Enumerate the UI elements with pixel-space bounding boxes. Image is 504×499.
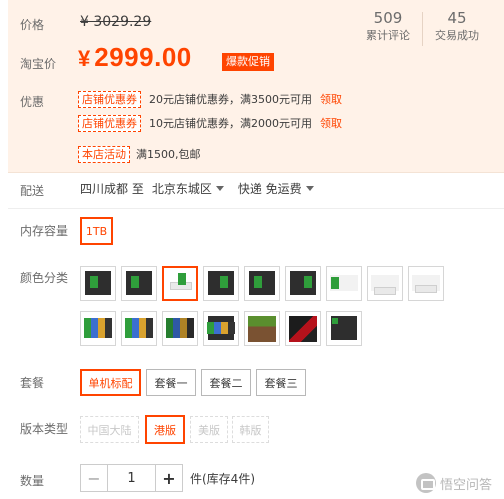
quantity-increment-button[interactable]: + — [155, 464, 183, 492]
version-option-hk[interactable]: 港版 — [145, 415, 185, 444]
shipping-label: 配送 — [20, 184, 45, 198]
wukong-logo-icon — [415, 473, 436, 493]
color-swatch[interactable] — [244, 266, 280, 301]
bundle-label: 套餐 — [20, 376, 45, 390]
promo-price-label: 淘宝价 — [20, 57, 57, 71]
coupon-tag: 店铺优惠券 — [78, 90, 141, 108]
divider — [8, 172, 504, 173]
color-swatch-selected[interactable] — [162, 266, 198, 301]
color-swatch[interactable] — [80, 311, 116, 346]
chevron-down-icon[interactable] — [215, 186, 224, 191]
color-swatch[interactable] — [285, 311, 321, 346]
bundle-option-1[interactable]: 套餐一 — [146, 369, 196, 396]
color-swatch[interactable] — [326, 311, 362, 346]
color-swatch[interactable] — [285, 266, 321, 301]
coupon-row: 店铺优惠券 10元店铺优惠券，满2000元可用 领取 — [78, 114, 342, 132]
price-label: 价格 — [20, 18, 45, 32]
shipping-method-select[interactable]: 快递 免运费 — [238, 180, 302, 197]
storage-label: 内存容量 — [20, 224, 69, 238]
stock-info: 件(库存4件) — [190, 472, 255, 486]
stats-block: 509 累计评论 45 交易成功 — [354, 8, 491, 46]
shipping-destination-select[interactable]: 北京东城区 — [152, 180, 212, 197]
promo-price-value: 2999.00 — [94, 42, 192, 72]
watermark: 悟空问答 — [415, 473, 492, 493]
quantity-label: 数量 — [20, 474, 45, 488]
hot-promo-badge: 爆款促销 — [222, 53, 274, 71]
shipping-from: 四川成都 至 — [80, 182, 144, 196]
divider — [8, 208, 504, 209]
deals-label: 交易成功 — [435, 29, 479, 42]
shipping-row: 四川成都 至 北京东城区 快递 免运费 — [80, 180, 328, 197]
color-swatch[interactable] — [408, 266, 444, 301]
color-swatch[interactable] — [121, 311, 157, 346]
reviews-stat[interactable]: 509 累计评论 — [354, 8, 422, 46]
version-option-mainland: 中国大陆 — [80, 416, 139, 443]
reviews-label: 累计评论 — [366, 29, 410, 42]
color-swatch[interactable] — [121, 266, 157, 301]
deals-count: 45 — [447, 9, 467, 27]
color-swatch[interactable] — [203, 266, 239, 301]
coupon-tag: 店铺优惠券 — [78, 114, 141, 132]
coupon-text: 10元店铺优惠券，满2000元可用 — [149, 117, 312, 130]
color-swatch[interactable] — [367, 266, 403, 301]
deals-stat: 45 交易成功 — [423, 8, 491, 46]
currency-symbol: ¥ — [78, 46, 91, 71]
version-option-kr: 韩版 — [232, 416, 269, 443]
claim-coupon-button[interactable]: 领取 — [320, 91, 342, 107]
promo-price: ¥ 2999.00 — [78, 42, 192, 73]
bundle-option-standard[interactable]: 单机标配 — [80, 369, 141, 396]
chevron-down-icon[interactable] — [305, 186, 314, 191]
watermark-text: 悟空问答 — [439, 477, 492, 493]
color-swatch[interactable] — [244, 311, 280, 346]
reviews-count: 509 — [373, 9, 403, 27]
color-label: 颜色分类 — [20, 271, 69, 285]
version-option-us: 美版 — [190, 416, 228, 443]
color-swatch[interactable] — [162, 311, 198, 346]
bundle-option-2[interactable]: 套餐二 — [201, 369, 251, 396]
claim-coupon-button[interactable]: 领取 — [320, 115, 342, 131]
storage-option-1tb[interactable]: 1TB — [80, 217, 113, 245]
color-swatch[interactable] — [326, 266, 362, 301]
original-price: ¥ 3029.29 — [80, 14, 152, 30]
store-event-tag: 本店活动 — [78, 145, 130, 163]
store-event-row: 本店活动 满1500,包邮 — [78, 145, 201, 163]
coupon-row: 店铺优惠券 20元店铺优惠券，满3500元可用 领取 — [78, 90, 342, 108]
quantity-decrement-button[interactable]: − — [80, 464, 108, 492]
store-event-text: 满1500,包邮 — [136, 148, 201, 161]
coupon-text: 20元店铺优惠券，满3500元可用 — [149, 93, 312, 106]
bundle-option-3[interactable]: 套餐三 — [256, 369, 306, 396]
promotions-label: 优惠 — [20, 95, 45, 109]
color-swatch[interactable] — [80, 266, 116, 301]
quantity-input[interactable]: 1 — [107, 464, 156, 492]
color-swatch[interactable] — [203, 311, 239, 346]
version-label: 版本类型 — [20, 422, 69, 436]
